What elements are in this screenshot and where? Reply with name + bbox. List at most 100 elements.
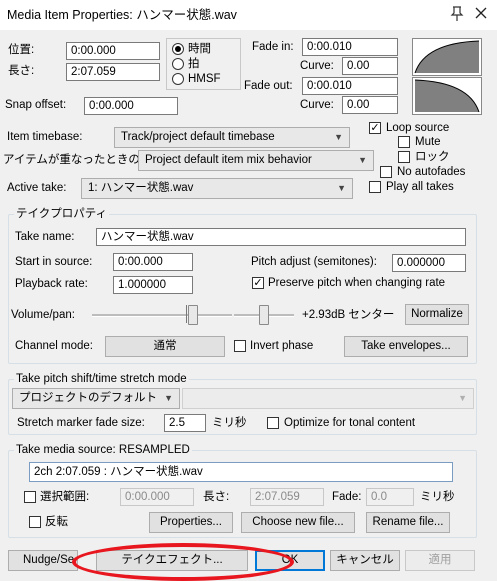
rename-file-button[interactable]: Rename file...: [366, 512, 450, 533]
pitch-submode-dropdown[interactable]: ▼: [182, 388, 474, 409]
fade-in-input[interactable]: 0:00.010: [302, 38, 398, 56]
section-length-input[interactable]: 2:07.059: [250, 488, 324, 506]
fade-in-shape-button[interactable]: [412, 38, 482, 76]
pitch-mode-value: プロジェクトのデフォルト: [19, 392, 157, 404]
radio-hmsf[interactable]: [172, 73, 184, 85]
chevron-down-icon: ▼: [358, 155, 367, 165]
radio-beats[interactable]: [172, 58, 184, 70]
volume-slider-track: [92, 314, 232, 317]
mute-checkbox[interactable]: [398, 136, 410, 148]
section-fade-input[interactable]: 0.0: [366, 488, 414, 506]
volume-pan-readout: +2.93dB センター: [302, 309, 395, 321]
section-length-label: 長さ:: [203, 491, 230, 503]
window-title: Media Item Properties: ハンマー状態.wav: [7, 8, 237, 22]
optimize-tonal-checkbox[interactable]: [267, 417, 279, 429]
chevron-down-icon: ▼: [164, 393, 173, 403]
chevron-down-icon: ▼: [337, 183, 346, 193]
playback-rate-input[interactable]: 1.000000: [113, 276, 193, 294]
chevron-down-icon: ▼: [334, 132, 343, 142]
snap-offset-input[interactable]: 0:00.000: [84, 97, 178, 115]
pitch-adjust-input[interactable]: 0.000000: [392, 254, 466, 272]
optimize-tonal-label: Optimize for tonal content: [284, 417, 416, 429]
overlap-value: Project default item mix behavior: [145, 154, 312, 166]
fade-out-shape-button[interactable]: [412, 77, 482, 115]
play-all-takes-label: Play all takes: [386, 181, 454, 193]
volume-pan-label: Volume/pan:: [11, 309, 75, 321]
media-source-title: Take media source: RESAMPLED: [14, 443, 192, 457]
active-take-dropdown[interactable]: 1: ハンマー状態.wav ▼: [81, 178, 353, 199]
section-fade-label: Fade:: [332, 491, 362, 503]
radio-time-label: 時間: [188, 43, 211, 55]
playback-rate-label: Playback rate:: [15, 278, 88, 290]
take-name-label: Take name:: [15, 231, 75, 243]
fade-in-label: Fade in:: [252, 41, 294, 53]
lock-checkbox[interactable]: [398, 151, 410, 163]
timebase-label: Item timebase:: [7, 131, 83, 143]
nudge-button[interactable]: Nudge/Se: [8, 550, 78, 571]
fade-out-label: Fade out:: [244, 80, 293, 92]
section-checkbox[interactable]: [24, 491, 36, 503]
title-bar: Media Item Properties: ハンマー状態.wav: [0, 0, 497, 30]
start-in-source-input[interactable]: 0:00.000: [113, 253, 193, 271]
normalize-button[interactable]: Normalize: [405, 304, 469, 325]
volume-slider-thumb[interactable]: [188, 305, 198, 325]
pitch-shift-title: Take pitch shift/time stretch mode: [14, 372, 189, 386]
no-autofades-label: No autofades: [397, 166, 466, 178]
annotation-ellipse: [72, 543, 294, 581]
pitch-mode-dropdown[interactable]: プロジェクトのデフォルト ▼: [12, 388, 180, 409]
snap-offset-label: Snap offset:: [5, 99, 67, 111]
radio-time[interactable]: [172, 43, 184, 55]
radio-beats-label: 拍: [188, 58, 200, 70]
pin-icon[interactable]: [450, 6, 464, 22]
chevron-down-icon: ▼: [458, 393, 467, 403]
stretch-fade-label: Stretch marker fade size:: [17, 417, 145, 429]
loop-source-checkbox[interactable]: ✓: [369, 122, 381, 134]
fade-out-curve-input[interactable]: 0.00: [342, 96, 398, 114]
length-input[interactable]: 2:07.059: [66, 63, 160, 81]
timebase-value: Track/project default timebase: [121, 131, 275, 143]
fade-out-input[interactable]: 0:00.010: [302, 77, 398, 95]
invert-phase-checkbox[interactable]: [234, 340, 246, 352]
preserve-pitch-label: Preserve pitch when changing rate: [268, 277, 446, 289]
channel-mode-button[interactable]: 通常: [105, 336, 225, 357]
start-in-source-label: Start in source:: [15, 256, 93, 268]
apply-button[interactable]: 適用: [405, 550, 475, 571]
media-source-field[interactable]: 2ch 2:07.059 : ハンマー状態.wav: [29, 462, 453, 482]
position-input[interactable]: 0:00.000: [66, 42, 160, 60]
timebase-dropdown[interactable]: Track/project default timebase ▼: [114, 127, 350, 148]
stretch-fade-unit: ミリ秒: [212, 417, 247, 429]
no-autofades-checkbox[interactable]: [380, 166, 392, 178]
close-icon[interactable]: [473, 5, 489, 21]
pan-slider-thumb[interactable]: [259, 305, 269, 325]
lock-label: ロック: [415, 151, 450, 163]
overlap-label: アイテムが重なったときの動: [3, 154, 152, 166]
overlap-dropdown[interactable]: Project default item mix behavior ▼: [138, 150, 374, 171]
take-envelopes-button[interactable]: Take envelopes...: [344, 336, 468, 357]
choose-new-file-button[interactable]: Choose new file...: [241, 512, 355, 533]
properties-button[interactable]: Properties...: [149, 512, 233, 533]
preserve-pitch-checkbox[interactable]: ✓: [252, 277, 264, 289]
section-label: 選択範囲:: [40, 491, 90, 503]
play-all-takes-checkbox[interactable]: [369, 181, 381, 193]
section-fade-unit: ミリ秒: [420, 491, 455, 503]
active-take-value: 1: ハンマー状態.wav: [88, 182, 194, 194]
pitch-adjust-label: Pitch adjust (semitones):: [251, 256, 377, 268]
volume-slider-center: [186, 305, 187, 323]
invert-phase-label: Invert phase: [250, 340, 314, 352]
active-take-label: Active take:: [7, 182, 67, 194]
reverse-label: 反転: [45, 516, 68, 528]
fade-out-curve-label: Curve:: [300, 99, 334, 111]
section-start-input[interactable]: 0:00.000: [120, 488, 194, 506]
reverse-checkbox[interactable]: [29, 516, 41, 528]
take-properties-title: テイクプロパティ: [14, 207, 110, 221]
mute-label: Mute: [415, 136, 441, 148]
cancel-button[interactable]: キャンセル: [330, 550, 400, 571]
length-label: 長さ:: [8, 65, 35, 77]
stretch-fade-input[interactable]: 2.5: [164, 414, 206, 432]
fade-in-curve-label: Curve:: [300, 60, 334, 72]
radio-hmsf-label: HMSF: [188, 73, 221, 85]
channel-mode-label: Channel mode:: [15, 340, 93, 352]
position-label: 位置:: [8, 44, 35, 56]
take-name-input[interactable]: ハンマー状態.wav: [96, 228, 466, 246]
fade-in-curve-input[interactable]: 0.00: [342, 57, 398, 75]
